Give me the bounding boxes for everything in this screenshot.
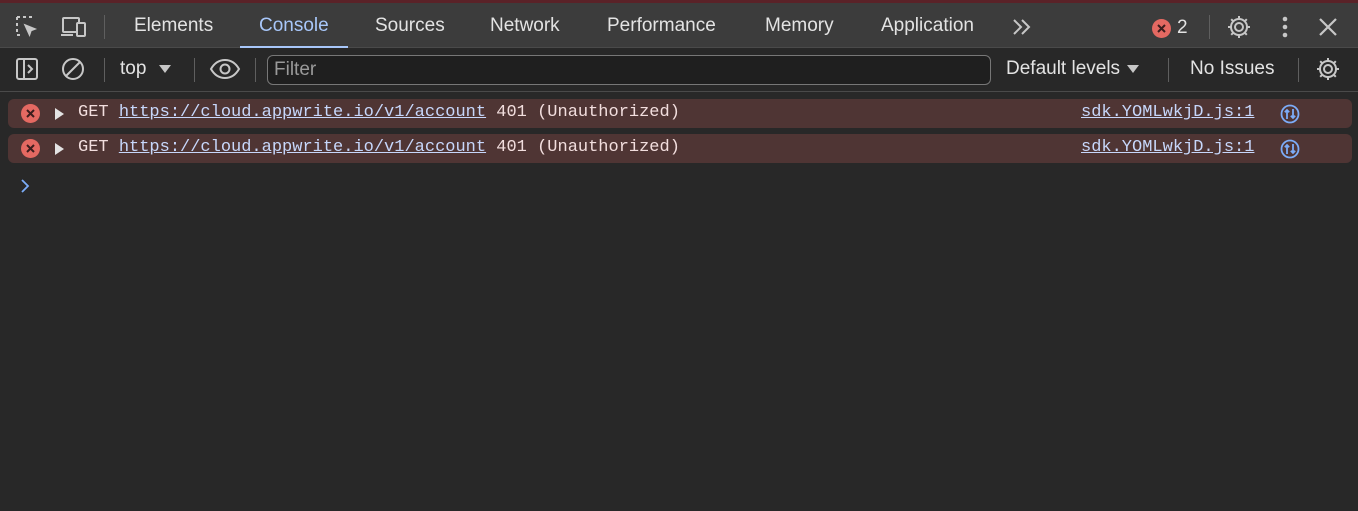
request-url-link[interactable]: https://cloud.appwrite.io/v1/account — [119, 138, 486, 157]
chevron-double-right-icon[interactable] — [1008, 13, 1036, 41]
devtools-tabbar: Elements Console Sources Network Perform… — [0, 0, 1358, 48]
request-method: GET — [78, 103, 109, 122]
expand-triangle-icon[interactable] — [55, 108, 64, 120]
console-prompt[interactable] — [20, 177, 30, 200]
issues-counter[interactable]: No Issues — [1190, 58, 1274, 80]
toolbar-divider — [1298, 58, 1299, 82]
message-text: GET https://cloud.appwrite.io/v1/account… — [78, 103, 680, 122]
toolbar-divider — [1168, 58, 1169, 82]
error-icon — [1152, 18, 1171, 38]
device-toolbar-icon[interactable] — [60, 13, 88, 41]
tab-console[interactable]: Console — [240, 3, 348, 48]
tab-sources[interactable]: Sources — [375, 3, 445, 48]
live-expression-eye-icon[interactable] — [208, 55, 242, 83]
error-icon — [21, 104, 40, 123]
clear-console-icon[interactable] — [59, 55, 87, 83]
sidebar-toggle-icon[interactable] — [13, 55, 41, 83]
toolbar-divider — [104, 58, 105, 82]
error-count: 2 — [1177, 17, 1188, 38]
toolbar-divider — [194, 58, 195, 82]
expand-triangle-icon[interactable] — [55, 143, 64, 155]
settings-gear-icon[interactable] — [1225, 13, 1253, 41]
request-method: GET — [78, 138, 109, 157]
console-toolbar: top Default levels No Issues — [0, 48, 1358, 92]
message-text: GET https://cloud.appwrite.io/v1/account… — [78, 138, 680, 157]
error-icon — [21, 139, 40, 158]
tab-application[interactable]: Application — [881, 3, 974, 48]
context-label: top — [120, 58, 147, 79]
caret-down-icon — [159, 65, 172, 73]
console-error-message[interactable]: GET https://cloud.appwrite.io/v1/account… — [8, 134, 1352, 163]
caret-down-icon — [1127, 65, 1140, 73]
log-levels-dropdown[interactable]: Default levels — [1006, 58, 1140, 80]
response-status: 401 (Unauthorized) — [496, 138, 680, 157]
source-link[interactable]: sdk.YOMLwkjD.js:1 — [1081, 103, 1254, 122]
network-request-icon[interactable] — [1280, 139, 1300, 165]
context-selector[interactable]: top — [120, 58, 172, 80]
toolbar-divider — [1209, 15, 1210, 39]
request-url-link[interactable]: https://cloud.appwrite.io/v1/account — [119, 103, 486, 122]
log-levels-label: Default levels — [1006, 58, 1121, 79]
source-link[interactable]: sdk.YOMLwkjD.js:1 — [1081, 138, 1254, 157]
console-settings-gear-icon[interactable] — [1314, 55, 1342, 83]
close-icon[interactable] — [1314, 13, 1342, 41]
tab-elements[interactable]: Elements — [134, 3, 213, 48]
inspect-element-icon[interactable] — [13, 13, 41, 41]
error-count-badge[interactable]: 2 — [1152, 17, 1188, 39]
console-error-message[interactable]: GET https://cloud.appwrite.io/v1/account… — [8, 99, 1352, 128]
network-request-icon[interactable] — [1280, 104, 1300, 130]
tab-network[interactable]: Network — [490, 3, 560, 48]
prompt-chevron-icon — [21, 179, 30, 193]
kebab-menu-icon[interactable] — [1271, 13, 1299, 41]
toolbar-divider — [104, 15, 105, 39]
tab-performance[interactable]: Performance — [607, 3, 716, 48]
toolbar-divider — [255, 58, 256, 82]
response-status: 401 (Unauthorized) — [496, 103, 680, 122]
tab-memory[interactable]: Memory — [765, 3, 834, 48]
devtools-panel: Elements Console Sources Network Perform… — [0, 0, 1358, 511]
filter-input[interactable] — [267, 55, 991, 85]
